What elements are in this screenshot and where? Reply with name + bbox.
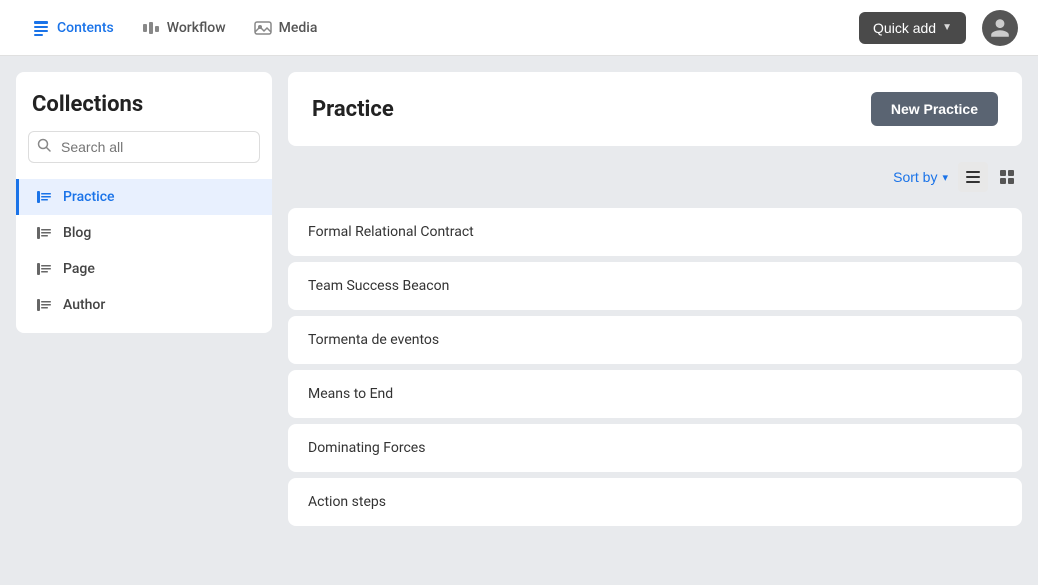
workflow-icon	[142, 19, 160, 37]
avatar[interactable]	[982, 10, 1018, 46]
nav-item-workflow-label: Workflow	[167, 20, 226, 36]
list-controls: Sort by ▾	[288, 158, 1022, 196]
nav-item-media-label: Media	[279, 20, 318, 36]
sidebar-item-blog[interactable]: Blog	[16, 215, 272, 251]
grid-view-button[interactable]	[992, 162, 1022, 192]
contents-icon	[32, 19, 50, 37]
sidebar-item-author[interactable]: Author	[16, 287, 272, 323]
sort-by-chevron: ▾	[942, 171, 948, 184]
quick-add-chevron: ▼	[942, 22, 952, 33]
collection-icon-page	[35, 260, 53, 278]
top-navigation: Contents Workflow Media Quick add ▼	[0, 0, 1038, 56]
list-item[interactable]: Action steps	[288, 478, 1022, 526]
search-input[interactable]	[28, 131, 260, 163]
sidebar-item-author-label: Author	[63, 297, 105, 313]
list-item-title: Formal Relational Contract	[308, 224, 474, 240]
collection-icon-author	[35, 296, 53, 314]
list-item-title: Team Success Beacon	[308, 278, 449, 294]
collection-icon-blog	[35, 224, 53, 242]
content-area: Practice New Practice Sort by ▾	[288, 72, 1022, 569]
list-item[interactable]: Formal Relational Contract	[288, 208, 1022, 256]
sidebar-item-page-label: Page	[63, 261, 95, 277]
list-item[interactable]: Means to End	[288, 370, 1022, 418]
view-toggle	[958, 162, 1022, 192]
new-practice-button[interactable]: New Practice	[871, 92, 998, 126]
collection-icon-practice	[35, 188, 53, 206]
list-item[interactable]: Tormenta de eventos	[288, 316, 1022, 364]
sidebar: Collections Pr	[16, 72, 272, 333]
nav-item-contents-label: Contents	[57, 20, 114, 36]
sidebar-title: Collections	[16, 92, 272, 131]
main-content: Collections Pr	[0, 56, 1038, 585]
list-item[interactable]: Dominating Forces	[288, 424, 1022, 472]
sidebar-item-page[interactable]: Page	[16, 251, 272, 287]
sidebar-item-practice-label: Practice	[63, 189, 115, 205]
search-container	[28, 131, 260, 163]
nav-item-media[interactable]: Media	[242, 13, 330, 43]
sidebar-item-blog-label: Blog	[63, 225, 91, 241]
list-item-title: Tormenta de eventos	[308, 332, 439, 348]
sort-by-label: Sort by	[893, 169, 937, 185]
items-list: Formal Relational Contract Team Success …	[288, 208, 1022, 569]
list-view-button[interactable]	[958, 162, 988, 192]
content-header: Practice New Practice	[288, 72, 1022, 146]
sidebar-item-practice[interactable]: Practice	[16, 179, 272, 215]
quick-add-label: Quick add	[873, 20, 936, 36]
quick-add-button[interactable]: Quick add ▼	[859, 12, 966, 44]
search-icon	[37, 138, 51, 156]
sort-by-button[interactable]: Sort by ▾	[893, 169, 948, 185]
media-icon	[254, 19, 272, 37]
list-item[interactable]: Team Success Beacon	[288, 262, 1022, 310]
nav-item-contents[interactable]: Contents	[20, 13, 126, 43]
list-item-title: Action steps	[308, 494, 386, 510]
list-item-title: Means to End	[308, 386, 393, 402]
page-title: Practice	[312, 97, 394, 122]
sidebar-items: Practice Blog	[16, 173, 272, 323]
list-item-title: Dominating Forces	[308, 440, 425, 456]
nav-item-workflow[interactable]: Workflow	[130, 13, 238, 43]
